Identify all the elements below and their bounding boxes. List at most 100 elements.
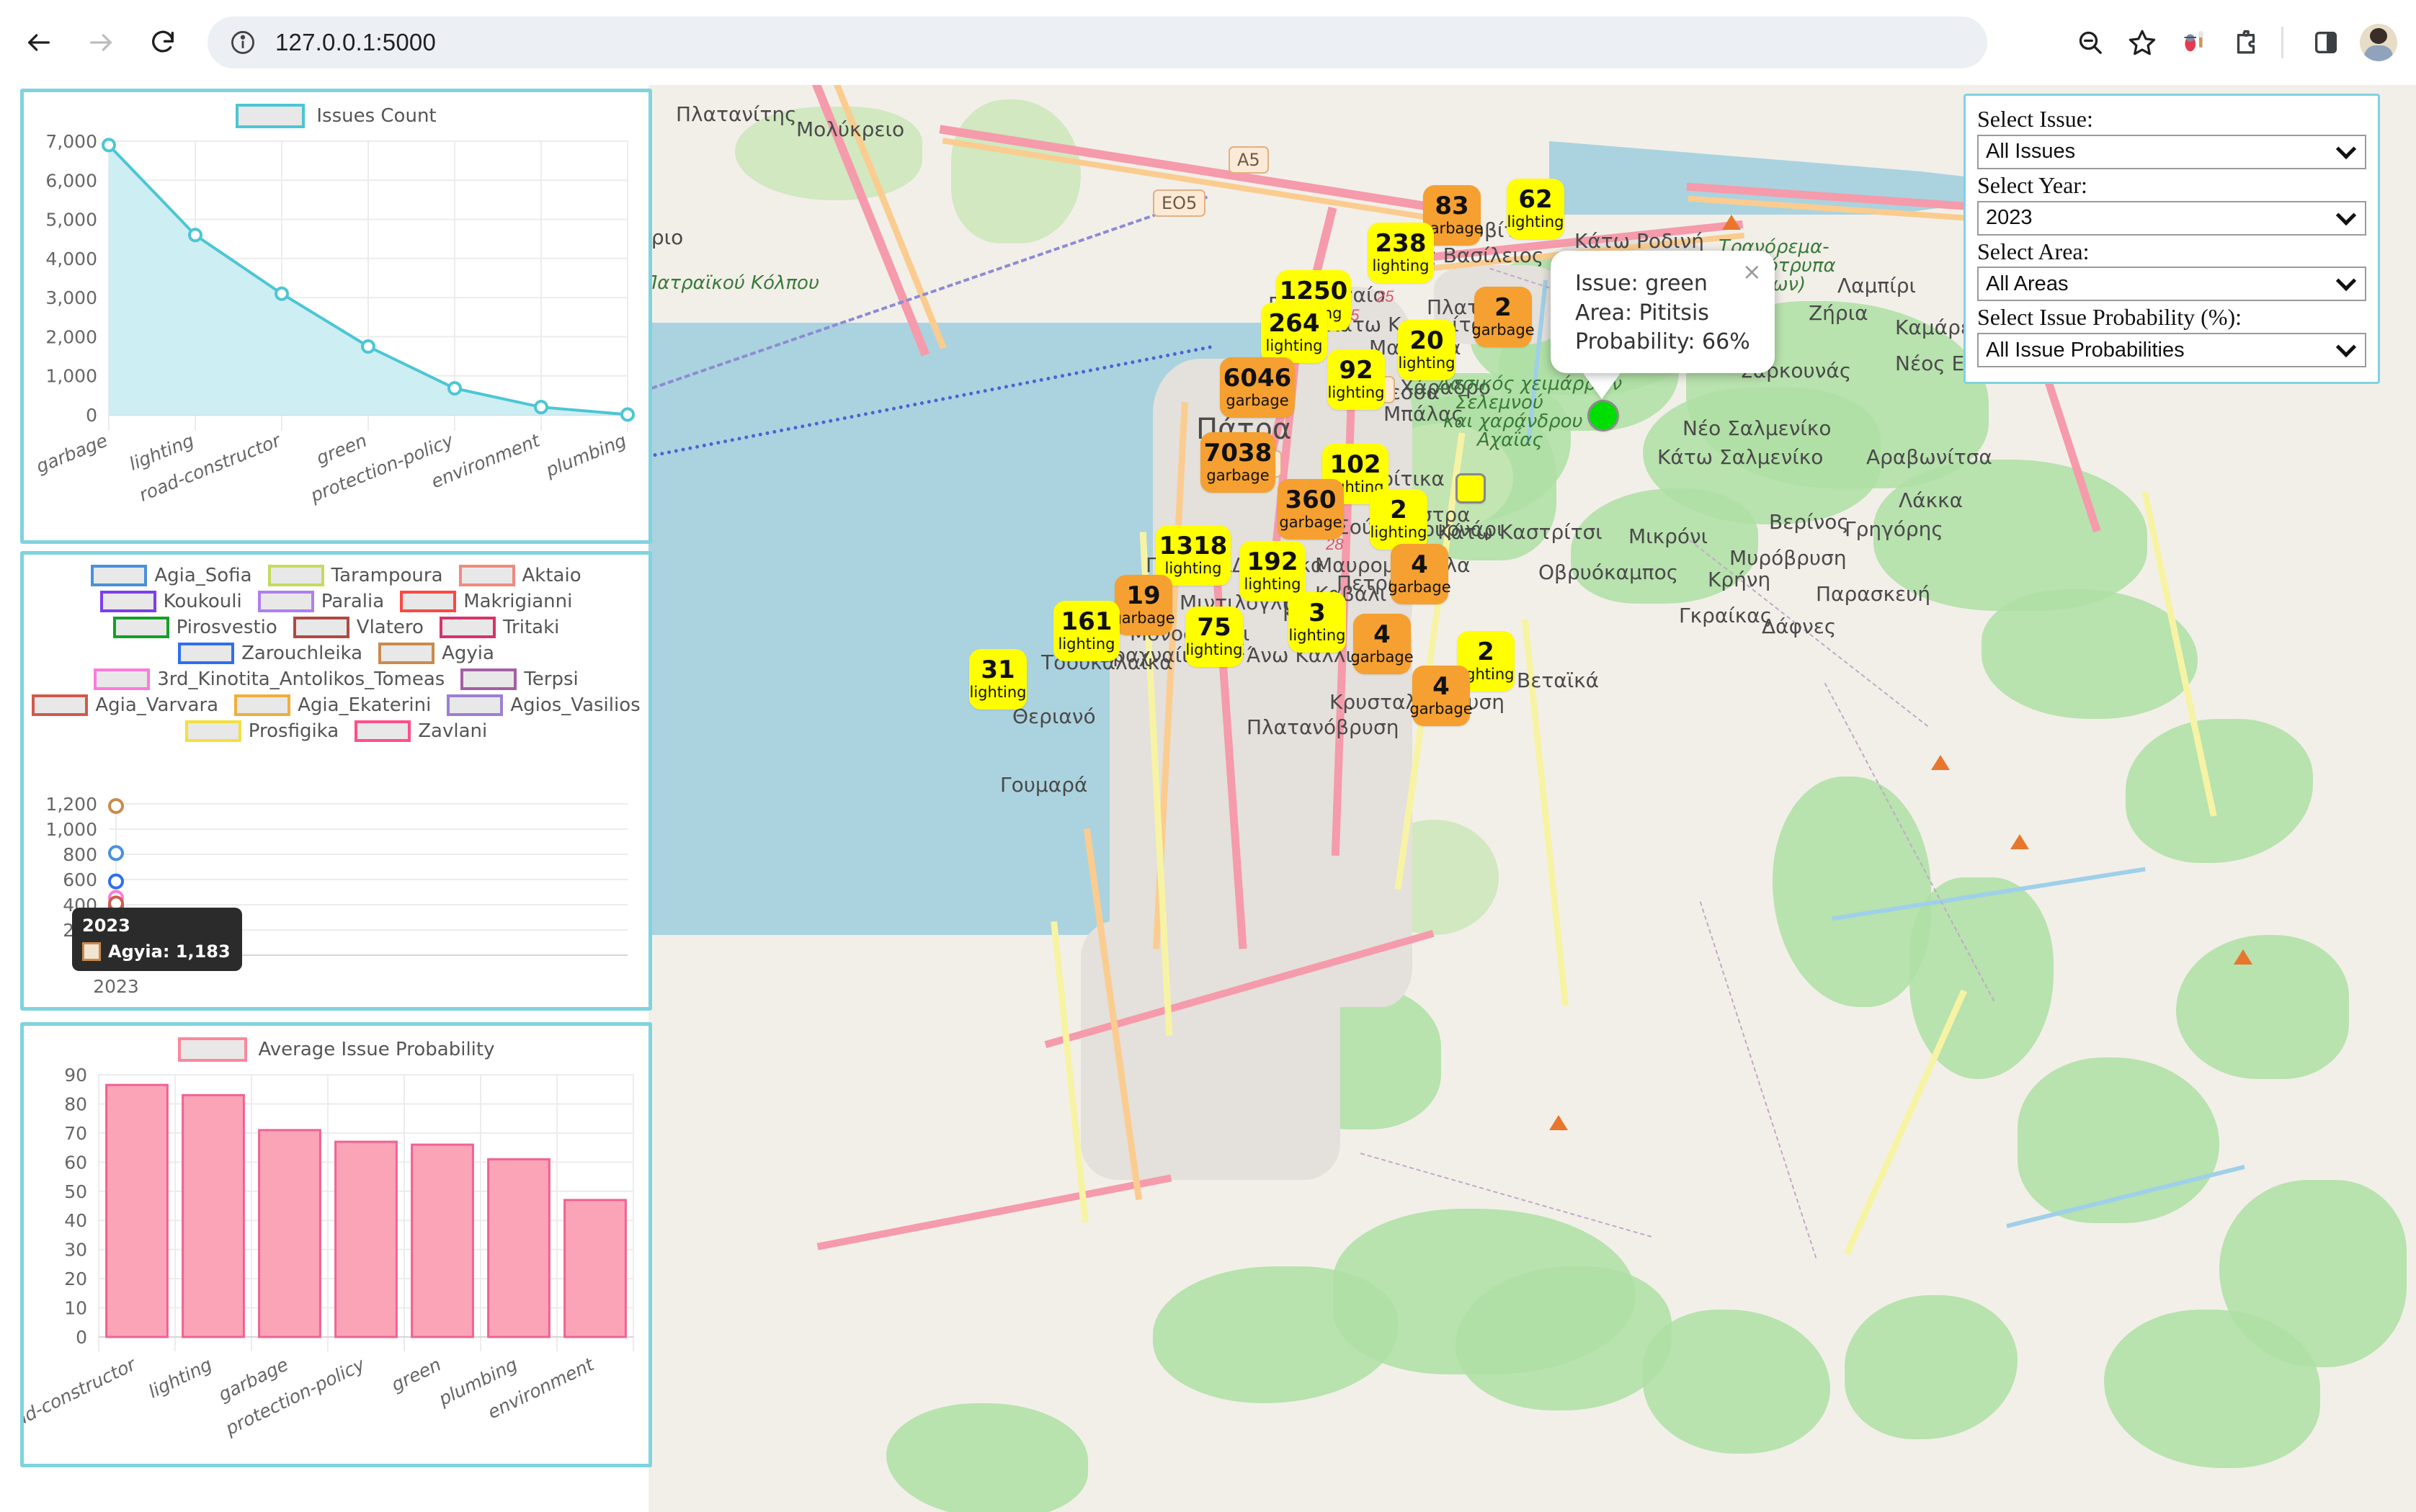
map-marker[interactable]: 4garbage <box>1353 614 1411 674</box>
bug-extension-icon[interactable] <box>2172 20 2216 65</box>
chart3-legend[interactable]: Average Issue Probability <box>24 1026 648 1062</box>
select-probability-label: Select Issue Probability (%): <box>1977 304 2366 331</box>
chart2-legend-item[interactable]: Agia_Ekaterini <box>234 694 431 716</box>
marker-count: 161 <box>1061 609 1113 634</box>
marker-issue-label: lighting <box>1265 338 1322 354</box>
chart2-legend-item[interactable]: Tarampoura <box>268 565 443 586</box>
marker-count: 4 <box>1411 553 1428 577</box>
issues-count-chart-panel: Issues Count 01,0002,0003,0004,0005,0006… <box>20 89 652 544</box>
select-probability-dropdown[interactable]: All Issue Probabilities <box>1977 333 2366 367</box>
chart2-legend-item[interactable]: Zarouchleika <box>178 643 362 664</box>
marker-issue-label: lighting <box>1185 642 1242 658</box>
svg-text:50: 50 <box>64 1181 87 1202</box>
chart2-legend-item[interactable]: Agia_Sofia <box>91 565 251 586</box>
chart2-legend-item[interactable]: Vlatero <box>293 617 424 638</box>
chart2-legend-item[interactable]: Agia_Varvara <box>32 694 218 716</box>
chart2-legend-item[interactable]: Zavlani <box>355 720 487 742</box>
svg-text:lighting: lighting <box>145 1354 215 1402</box>
chart2-legend-item[interactable]: Koukouli <box>100 591 242 612</box>
chart2-legend-item[interactable]: Paralia <box>258 591 384 612</box>
map-marker[interactable]: 2lighting <box>1370 489 1427 550</box>
chart2-legend-swatch <box>293 617 349 638</box>
map-marker[interactable]: 161lighting <box>1053 601 1120 661</box>
peak-icon <box>2010 834 2029 849</box>
chart2-legend-item[interactable]: Terpsi <box>460 668 578 690</box>
reload-icon[interactable] <box>140 19 186 66</box>
map-marker[interactable]: 7038garbage <box>1200 432 1275 493</box>
marker-issue-label: garbage <box>1350 649 1413 666</box>
map-marker[interactable]: 62lighting <box>1507 179 1564 239</box>
svg-text:protection-policy: protection-policy <box>221 1354 368 1439</box>
map-marker[interactable]: 3lighting <box>1288 592 1346 653</box>
marker-issue-label: lighting <box>1370 524 1427 541</box>
side-panel-icon[interactable] <box>2304 20 2348 65</box>
marker-count: 1250 <box>1280 279 1348 303</box>
chart2-legend-item[interactable]: Prosfigika <box>185 720 339 742</box>
select-year-dropdown[interactable]: 2023 <box>1977 201 2366 236</box>
profile-avatar[interactable] <box>2360 24 2397 61</box>
chart2-legend-item[interactable]: Pirosvestio <box>113 617 277 638</box>
map-marker[interactable]: 92lighting <box>1327 349 1385 410</box>
svg-text:600: 600 <box>63 869 97 890</box>
svg-text:6,000: 6,000 <box>45 170 97 191</box>
map-marker-selected[interactable] <box>1587 400 1619 431</box>
marker-count: 192 <box>1247 550 1298 574</box>
back-arrow-icon[interactable] <box>16 19 62 66</box>
chart2-plot: 02004006008001,0001,2002023 <box>24 788 648 1004</box>
marker-issue-label: garbage <box>1388 579 1450 596</box>
map-marker-unlabeled[interactable] <box>1456 473 1486 504</box>
chart2-legend-label: Tritaki <box>503 617 559 638</box>
star-icon[interactable] <box>2120 20 2165 65</box>
chart2-legend-item[interactable]: 3rd_Kinotita_Antolikos_Tomeas <box>94 668 445 690</box>
forward-arrow-icon[interactable] <box>78 19 124 66</box>
chart2-tooltip-swatch <box>82 942 101 961</box>
map-marker[interactable]: 6046garbage <box>1220 357 1295 418</box>
peak-icon <box>2234 949 2252 965</box>
chart2-legend[interactable]: Agia_Sofia Tarampoura Aktaio Koukouli Parali… <box>24 555 648 742</box>
toolbar-actions <box>2061 20 2416 65</box>
map-marker[interactable]: 4 garbage <box>1391 544 1448 604</box>
map-marker[interactable]: 238lighting <box>1368 223 1434 283</box>
address-bar[interactable]: 127.0.0.1:5000 <box>208 17 1987 68</box>
map-popup[interactable]: × Issue: green Area: Pititsis Probabilit… <box>1551 251 1775 373</box>
chart2-legend-item[interactable]: Tritaki <box>440 617 559 638</box>
marker-count: 2 <box>1494 295 1512 320</box>
svg-text:green: green <box>388 1354 445 1395</box>
map-marker[interactable]: 4garbage <box>1412 666 1470 726</box>
map-marker[interactable]: 31lighting <box>969 649 1027 710</box>
chart1-legend[interactable]: Issues Count <box>24 92 648 128</box>
svg-text:70: 70 <box>64 1123 87 1144</box>
marker-count: 102 <box>1330 452 1381 477</box>
marker-count: 264 <box>1269 311 1320 336</box>
chart2-legend-label: Pirosvestio <box>177 617 277 638</box>
close-icon[interactable]: × <box>1742 256 1762 287</box>
map-marker[interactable]: 264 lighting <box>1261 303 1327 363</box>
zoom-out-icon[interactable] <box>2068 20 2113 65</box>
chart2-legend-item[interactable]: Agyia <box>378 643 494 664</box>
popup-issue: Issue: green <box>1575 269 1750 299</box>
marker-issue-label: lighting <box>1288 627 1345 644</box>
svg-text:20: 20 <box>64 1269 87 1289</box>
chart2-legend-item[interactable]: Aktaio <box>459 565 581 586</box>
map-marker[interactable]: 20lighting <box>1398 320 1456 380</box>
chart2-legend-item[interactable]: Makrigianni <box>400 591 572 612</box>
marker-count: 1318 <box>1159 534 1228 558</box>
map-marker[interactable]: 75lighting <box>1185 607 1243 667</box>
select-area-dropdown[interactable]: All Areas <box>1977 267 2366 301</box>
select-issue-dropdown[interactable]: All Issues <box>1977 135 2366 169</box>
map-marker[interactable]: 19garbage <box>1115 575 1172 635</box>
filter-control-panel[interactable]: Select Issue: All Issues Select Year: 20… <box>1963 94 2380 384</box>
puzzle-extension-icon[interactable] <box>2224 20 2268 65</box>
chart2-legend-label: Tarampoura <box>331 565 443 586</box>
chart2-legend-swatch <box>268 565 324 586</box>
areas-by-year-chart-panel: Agia_Sofia Tarampoura Aktaio Koukouli Parali… <box>20 551 652 1011</box>
chart2-legend-item[interactable]: Agios_Vasilios <box>447 694 640 716</box>
marker-count: 19 <box>1126 583 1160 608</box>
peak-icon <box>1931 755 1950 770</box>
map-marker[interactable]: 360garbage <box>1278 479 1344 540</box>
road-number: 25 <box>1376 287 1394 306</box>
chart2-legend-label: Zavlani <box>418 720 487 742</box>
site-info-icon[interactable] <box>229 29 257 56</box>
svg-text:garbage: garbage <box>33 430 110 478</box>
map-marker[interactable]: 2garbage <box>1474 287 1532 347</box>
